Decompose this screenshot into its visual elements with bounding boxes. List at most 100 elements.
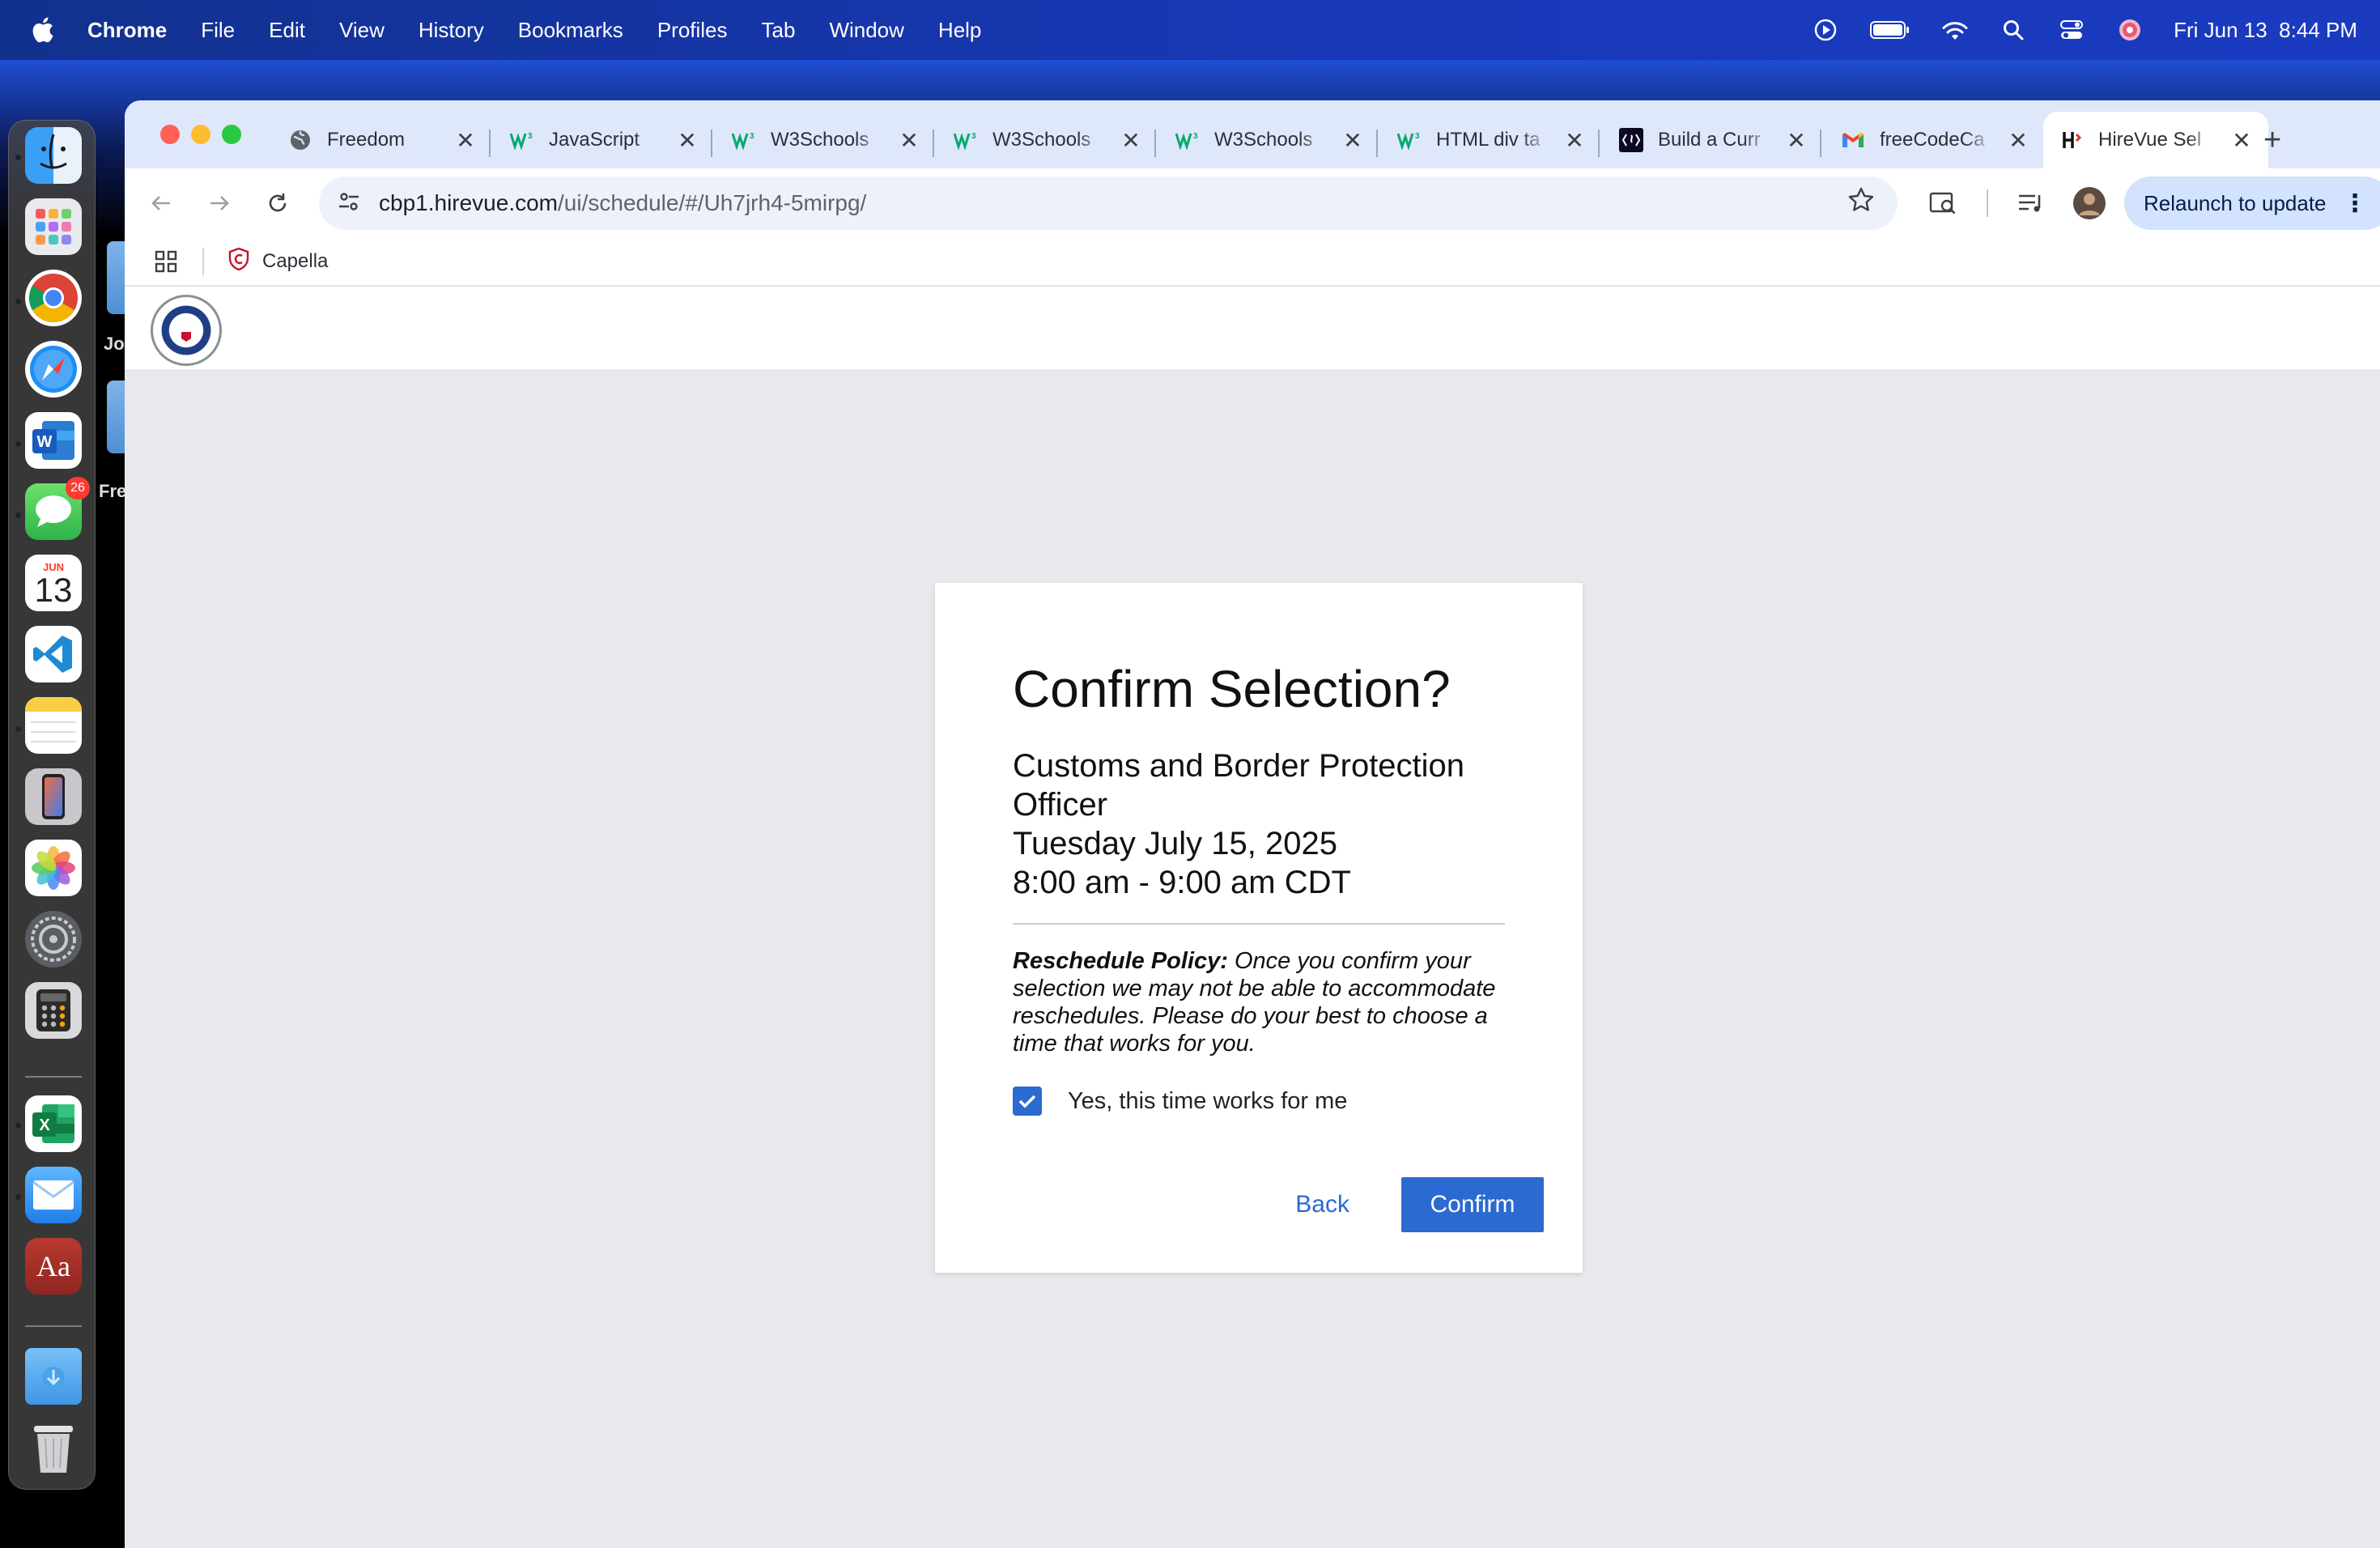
new-tab-button[interactable]: + — [2263, 123, 2281, 158]
bookmark-capella[interactable]: Capella — [227, 246, 328, 277]
downloads-folder-icon[interactable] — [25, 1348, 82, 1405]
running-indicator — [15, 726, 21, 732]
launchpad-icon[interactable] — [25, 198, 82, 255]
tab-separator — [1154, 130, 1156, 157]
iphone-mirroring-icon[interactable] — [25, 768, 82, 825]
cbp-seal-logo — [151, 295, 222, 366]
desktop-folder-label: Jo — [104, 334, 125, 354]
menubar-date: Fri Jun 13 — [2174, 17, 2267, 42]
menu-app-name[interactable]: Chrome — [84, 18, 184, 43]
menu-history[interactable]: History — [402, 18, 501, 43]
profile-avatar[interactable] — [2069, 183, 2110, 223]
reading-list-icon[interactable] — [2011, 183, 2051, 223]
back-arrow-icon[interactable] — [141, 183, 181, 223]
gmail-icon — [1841, 128, 1865, 152]
minimize-window-button[interactable] — [191, 125, 210, 144]
tab-w3schools-2[interactable]: 3 W3Schools ✕ — [937, 112, 1158, 168]
close-tab-icon[interactable]: ✕ — [1786, 127, 1807, 154]
bookmark-star-icon[interactable] — [1847, 186, 1875, 221]
wifi-icon[interactable] — [1940, 15, 1970, 45]
toolbar-separator — [1987, 189, 1988, 217]
tab-separator — [1376, 130, 1378, 157]
chrome-icon[interactable] — [25, 270, 82, 326]
vscode-icon[interactable] — [25, 626, 82, 683]
running-indicator — [15, 299, 21, 304]
lens-search-icon[interactable] — [1923, 183, 1964, 223]
tab-javascript[interactable]: 3 JavaScript ✕ — [494, 112, 714, 168]
siri-icon[interactable] — [2115, 15, 2144, 45]
tab-separator — [711, 130, 712, 157]
notes-icon[interactable] — [25, 697, 82, 754]
play-status-icon[interactable] — [1811, 15, 1840, 45]
microsoft-excel-icon[interactable]: X — [25, 1095, 82, 1152]
spotlight-search-icon[interactable] — [1999, 15, 2028, 45]
finder-icon[interactable] — [25, 127, 82, 184]
microsoft-word-icon[interactable]: W — [25, 412, 82, 469]
tab-title: JavaScript — [549, 129, 640, 151]
menubar-clock[interactable]: Fri Jun 13 8:44 PM — [2174, 18, 2357, 43]
apple-menu-icon[interactable] — [0, 16, 84, 44]
menu-bookmarks[interactable]: Bookmarks — [501, 18, 640, 43]
address-bar[interactable]: cbp1.hirevue.com/ui/schedule/#/Uh7jrh4-5… — [319, 176, 1898, 230]
dictionary-icon[interactable]: Aa — [25, 1238, 82, 1295]
bookmarks-separator — [202, 248, 204, 275]
tab-build-a-curriculum[interactable]: Build a Curr ✕ — [1603, 112, 1823, 168]
capella-icon — [227, 247, 251, 277]
messages-badge: 26 — [66, 477, 90, 500]
close-window-button[interactable] — [160, 125, 180, 144]
photos-icon[interactable] — [25, 840, 82, 896]
dialog-divider — [1013, 923, 1505, 925]
system-settings-icon[interactable] — [25, 911, 82, 968]
confirm-button[interactable]: Confirm — [1401, 1177, 1544, 1232]
zoom-window-button[interactable] — [222, 125, 241, 144]
calendar-icon[interactable]: JUN 13 — [25, 555, 82, 611]
menu-profiles[interactable]: Profiles — [640, 18, 745, 43]
site-settings-icon[interactable] — [337, 189, 361, 218]
back-button[interactable]: Back — [1276, 1178, 1369, 1231]
menu-edit[interactable]: Edit — [252, 18, 322, 43]
url-text: cbp1.hirevue.com/ui/schedule/#/Uh7jrh4-5… — [379, 190, 866, 216]
battery-icon[interactable] — [1869, 15, 1911, 45]
apps-grid-icon[interactable] — [154, 249, 178, 274]
confirm-time-checkbox[interactable] — [1013, 1087, 1042, 1116]
tab-w3schools-3[interactable]: 3 W3Schools ✕ — [1159, 112, 1379, 168]
close-tab-icon[interactable]: ✕ — [2008, 127, 2029, 154]
menu-view[interactable]: View — [322, 18, 402, 43]
tab-hirevue[interactable]: HireVue Sel ✕ — [2043, 112, 2268, 168]
close-tab-icon[interactable]: ✕ — [899, 127, 920, 154]
close-tab-icon[interactable]: ✕ — [1564, 127, 1585, 154]
messages-icon[interactable]: 26 — [25, 477, 90, 540]
close-tab-icon[interactable]: ✕ — [1120, 127, 1141, 154]
position-name: Customs and Border Protection Officer — [1013, 748, 1465, 823]
tab-title: W3Schools — [1214, 129, 1313, 151]
relaunch-to-update-button[interactable]: Relaunch to update ⋮ — [2124, 176, 2380, 230]
menu-help[interactable]: Help — [921, 18, 998, 43]
trash-icon[interactable] — [25, 1419, 82, 1476]
confirm-time-checkbox-label[interactable]: Yes, this time works for me — [1068, 1088, 1347, 1115]
menu-file[interactable]: File — [184, 18, 252, 43]
svg-text:3: 3 — [1193, 132, 1198, 141]
confirm-time-checkbox-row[interactable]: Yes, this time works for me — [1013, 1087, 1505, 1116]
tab-html-div[interactable]: 3 HTML div ta ✕ — [1381, 112, 1601, 168]
close-tab-icon[interactable]: ✕ — [2231, 127, 2252, 154]
close-tab-icon[interactable]: ✕ — [1342, 127, 1363, 154]
tab-freedom[interactable]: Freedom ✕ — [272, 112, 492, 168]
freecodecamp-icon — [1619, 128, 1643, 152]
more-options-icon[interactable]: ⋮ — [2343, 189, 2367, 218]
safari-icon[interactable] — [25, 341, 82, 398]
interview-date: Tuesday July 15, 2025 — [1013, 826, 1337, 862]
close-tab-icon[interactable]: ✕ — [677, 127, 698, 154]
mail-icon[interactable] — [25, 1167, 82, 1223]
close-tab-icon[interactable]: ✕ — [455, 127, 476, 154]
running-indicator — [15, 1123, 21, 1129]
reload-icon[interactable] — [257, 183, 298, 223]
calculator-icon[interactable] — [25, 982, 82, 1039]
control-center-icon[interactable] — [2057, 15, 2086, 45]
tab-title: freeCodeCa — [1880, 129, 1985, 151]
menu-tab[interactable]: Tab — [745, 18, 813, 43]
svg-text:3: 3 — [1415, 132, 1420, 141]
menu-window[interactable]: Window — [812, 18, 920, 43]
tab-w3schools-1[interactable]: 3 W3Schools ✕ — [716, 112, 936, 168]
tab-freecodecamp[interactable]: freeCodeCa ✕ — [1825, 112, 2045, 168]
forward-arrow-icon[interactable] — [199, 183, 240, 223]
